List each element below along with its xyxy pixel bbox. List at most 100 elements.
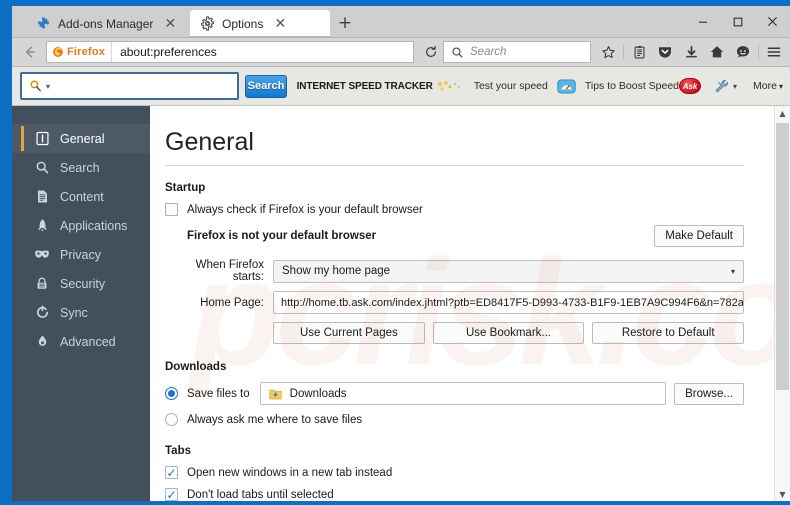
minimize-button[interactable] (685, 6, 720, 37)
home-page-buttons: Use Current Pages Use Bookmark... Restor… (273, 322, 745, 344)
pocket-icon[interactable] (652, 38, 678, 66)
ext-search-input[interactable]: ▾ (20, 72, 240, 100)
open-new-windows-checkbox[interactable]: ✓ (165, 466, 178, 479)
sidebar-item-label: General (60, 131, 105, 146)
dont-load-tabs-label: Don't load tabs until selected (187, 488, 334, 501)
wrench-tools-icon[interactable]: ▾ (714, 79, 737, 94)
download-folder-value: Downloads (289, 387, 347, 400)
save-files-to-label: Save files to (187, 387, 250, 400)
more-caret-icon[interactable]: ▾ (779, 82, 783, 91)
sync-account-icon[interactable] (730, 38, 756, 66)
menu-hamburger-icon[interactable] (761, 38, 787, 66)
ask-logo-icon[interactable]: Ask (679, 78, 702, 94)
dont-load-tabs-row[interactable]: ✓ Don't load tabs until selected (165, 488, 744, 501)
tips-to-boost-speed-link[interactable]: Tips to Boost Speed (585, 80, 679, 92)
download-folder-field[interactable]: Downloads (259, 382, 667, 405)
check-icon: ✓ (166, 487, 177, 501)
test-your-speed-link[interactable]: Test your speed (474, 80, 548, 92)
home-page-input[interactable]: http://home.tb.ask.com/index.jhtml?ptb=E… (273, 291, 744, 314)
page-title: General (165, 128, 254, 156)
always-ask-row[interactable]: Always ask me where to save files (165, 413, 744, 426)
tab-close-icon[interactable]: ✕ (162, 16, 178, 32)
sidebar-item-privacy[interactable]: Privacy (12, 240, 150, 269)
mask-icon (33, 249, 51, 261)
firefox-logo-icon (53, 47, 63, 57)
downloads-heading: Downloads (165, 361, 227, 373)
bookmark-star-icon[interactable] (595, 38, 621, 66)
home-page-label: Home Page: (200, 296, 264, 309)
preferences-content: General Search Content Applications Priv… (12, 106, 790, 501)
tab-close-icon[interactable]: ✕ (272, 16, 288, 32)
sidebar-item-sync[interactable]: Sync (12, 298, 150, 327)
browse-button[interactable]: Browse... (674, 382, 744, 405)
browser-chrome: Add-ons Manager ✕ Options ✕ + Firefox ab… (12, 6, 790, 501)
sidebar-item-content[interactable]: Content (12, 182, 150, 211)
sidebar-item-label: Sync (60, 305, 88, 320)
search-icon (30, 80, 42, 92)
dont-load-tabs-checkbox[interactable]: ✓ (165, 488, 178, 501)
reload-button[interactable] (419, 45, 443, 59)
new-tab-button[interactable]: + (334, 13, 356, 34)
sidebar-item-general[interactable]: General (12, 124, 150, 153)
window-controls (685, 6, 790, 37)
scrollbar-track[interactable] (775, 121, 790, 487)
tab-label: Options (222, 16, 264, 31)
gear-advanced-icon (33, 334, 51, 349)
scroll-down-arrow[interactable]: ▼ (775, 487, 790, 501)
sidebar-item-label: Content (60, 189, 104, 204)
ext-search-caret-icon[interactable]: ▾ (46, 82, 50, 91)
tabs-heading: Tabs (165, 445, 191, 457)
reader-view-icon[interactable] (626, 38, 652, 66)
close-button[interactable] (755, 6, 790, 37)
restore-to-default-button[interactable]: Restore to Default (592, 322, 745, 344)
url-text[interactable]: about:preferences (112, 45, 217, 59)
when-firefox-starts-label: When Firefox starts: (195, 259, 264, 283)
always-ask-radio[interactable] (165, 413, 178, 426)
general-icon (33, 131, 51, 146)
browser-window: Add-ons Manager ✕ Options ✕ + Firefox ab… (0, 0, 790, 505)
default-browser-label: Always check if Firefox is your default … (187, 203, 423, 216)
default-browser-status: Firefox is not your default browser (187, 230, 377, 242)
identity-badge[interactable]: Firefox (47, 42, 113, 62)
tab-addons-manager[interactable]: Add-ons Manager ✕ (26, 10, 190, 37)
when-firefox-starts-select[interactable]: Show my home page ▾ (273, 259, 744, 283)
ext-search-button[interactable]: Search (245, 74, 287, 98)
download-folder-icon (269, 388, 282, 400)
sidebar-item-advanced[interactable]: Advanced (12, 327, 150, 356)
content-scrollbar[interactable]: ▲ ▼ (774, 106, 790, 501)
tab-label: Add-ons Manager (58, 16, 154, 31)
open-new-windows-row[interactable]: ✓ Open new windows in a new tab instead (165, 466, 744, 479)
default-browser-checkbox[interactable] (165, 203, 178, 216)
url-bar[interactable]: Firefox about:preferences (46, 41, 414, 63)
scrollbar-thumb[interactable] (776, 123, 789, 391)
use-bookmark-button[interactable]: Use Bookmark... (432, 322, 585, 344)
default-browser-checkbox-row[interactable]: Always check if Firefox is your default … (165, 203, 744, 216)
sidebar-item-label: Security (60, 276, 106, 291)
sidebar-item-security[interactable]: Security (12, 269, 150, 298)
save-files-to-radio[interactable] (165, 387, 178, 400)
search-icon (33, 160, 51, 175)
back-button[interactable] (12, 38, 46, 66)
downloads-icon[interactable] (678, 38, 704, 66)
wrench-caret-icon[interactable]: ▾ (733, 82, 737, 91)
tab-options[interactable]: Options ✕ (190, 10, 330, 37)
home-icon[interactable] (704, 38, 730, 66)
sidebar-item-label: Search (60, 160, 100, 175)
sidebar-item-label: Applications (60, 218, 128, 233)
sidebar-item-label: Privacy (60, 247, 101, 262)
tab-strip: Add-ons Manager ✕ Options ✕ + (12, 6, 790, 38)
make-default-button[interactable]: Make Default (654, 225, 744, 247)
when-firefox-starts-value: Show my home page (282, 265, 391, 277)
use-current-pages-button[interactable]: Use Current Pages (273, 322, 425, 344)
lock-icon (33, 276, 51, 291)
chevron-down-icon[interactable]: ▾ (731, 267, 735, 276)
browser-search-bar[interactable]: Search (443, 41, 591, 63)
more-label[interactable]: More (753, 80, 777, 92)
maximize-button[interactable] (720, 6, 755, 37)
scroll-up-arrow[interactable]: ▲ (775, 106, 790, 121)
back-arrow-icon (25, 46, 35, 58)
rocket-icon (33, 218, 51, 233)
sidebar-item-search[interactable]: Search (12, 153, 150, 182)
open-new-windows-label: Open new windows in a new tab instead (187, 466, 393, 479)
sidebar-item-applications[interactable]: Applications (12, 211, 150, 240)
